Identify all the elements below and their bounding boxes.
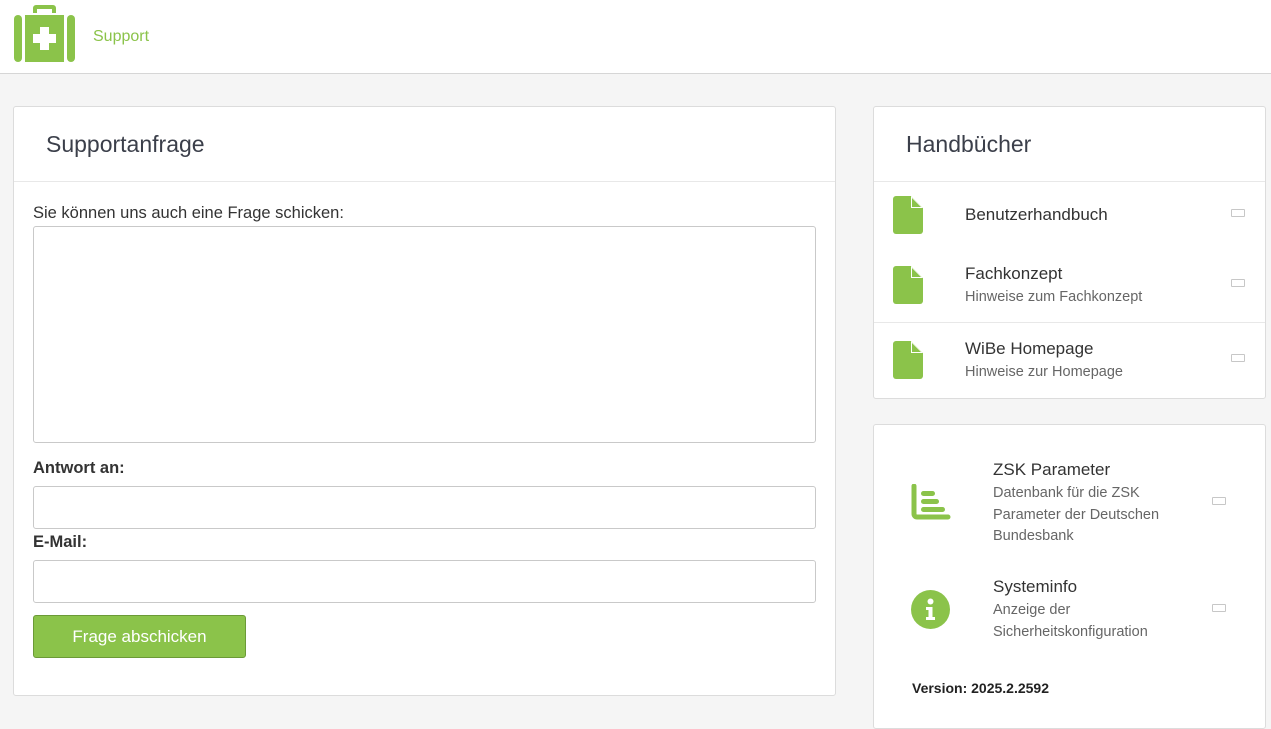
email-input[interactable] — [33, 560, 816, 603]
tool-item-title: ZSK Parameter — [993, 460, 1111, 479]
manual-item-subtitle: Hinweise zum Fachkonzept — [965, 289, 1143, 305]
question-textarea[interactable] — [33, 226, 816, 443]
expand-indicator[interactable] — [1212, 497, 1226, 505]
reply-to-label: Antwort an: — [33, 459, 125, 477]
expand-indicator[interactable] — [1212, 604, 1226, 612]
tool-item-title: Systeminfo — [993, 577, 1078, 596]
manuals-panel: Handbücher Benutzerhandbuch Fachkonzept … — [873, 106, 1266, 399]
manual-item-wibe-homepage[interactable]: WiBe Homepage Hinweise zur Homepage — [874, 323, 1265, 398]
manual-item-title: Fachkonzept — [965, 264, 1063, 283]
manual-item-fachkonzept[interactable]: Fachkonzept Hinweise zum Fachkonzept — [874, 249, 1265, 323]
tool-item-subtitle: Datenbank für die ZSK Parameter der Deut… — [993, 485, 1160, 544]
tool-item-systeminfo[interactable]: Systeminfo Anzeige der Sicherheitskonfig… — [874, 575, 1265, 650]
expand-indicator[interactable] — [1231, 209, 1245, 217]
manual-item-title: Benutzerhandbuch — [965, 205, 1108, 224]
support-request-panel: Supportanfrage Sie können uns auch eine … — [13, 106, 836, 696]
version-label: Version: 2025.2.2592 — [912, 680, 1049, 696]
reply-to-input[interactable] — [33, 486, 816, 529]
document-icon — [893, 341, 923, 379]
submit-question-button[interactable]: Frage abschicken — [33, 615, 246, 658]
tool-item-subtitle: Anzeige der Sicherheitskonfiguration — [993, 602, 1148, 640]
manual-item-subtitle: Hinweise zur Homepage — [965, 364, 1123, 380]
manuals-panel-title: Handbücher — [906, 131, 1032, 157]
brand-link[interactable]: Support — [93, 28, 149, 46]
divider — [14, 181, 835, 182]
tools-panel: ZSK Parameter Datenbank für die ZSK Para… — [873, 424, 1266, 729]
document-icon — [893, 196, 923, 234]
question-label: Sie können uns auch eine Frage schicken: — [33, 204, 344, 222]
expand-indicator[interactable] — [1231, 279, 1245, 287]
manual-item-benutzerhandbuch[interactable]: Benutzerhandbuch — [874, 182, 1265, 249]
document-icon — [893, 266, 923, 304]
top-bar: Support — [0, 0, 1271, 74]
email-label: E-Mail: — [33, 533, 88, 551]
manual-item-title: WiBe Homepage — [965, 339, 1094, 358]
bar-chart-icon — [911, 484, 951, 520]
support-panel-title: Supportanfrage — [46, 131, 205, 157]
expand-indicator[interactable] — [1231, 354, 1245, 362]
medical-kit-icon[interactable] — [14, 5, 75, 62]
tool-item-zsk-parameter[interactable]: ZSK Parameter Datenbank für die ZSK Para… — [874, 455, 1265, 555]
info-icon — [911, 590, 950, 629]
